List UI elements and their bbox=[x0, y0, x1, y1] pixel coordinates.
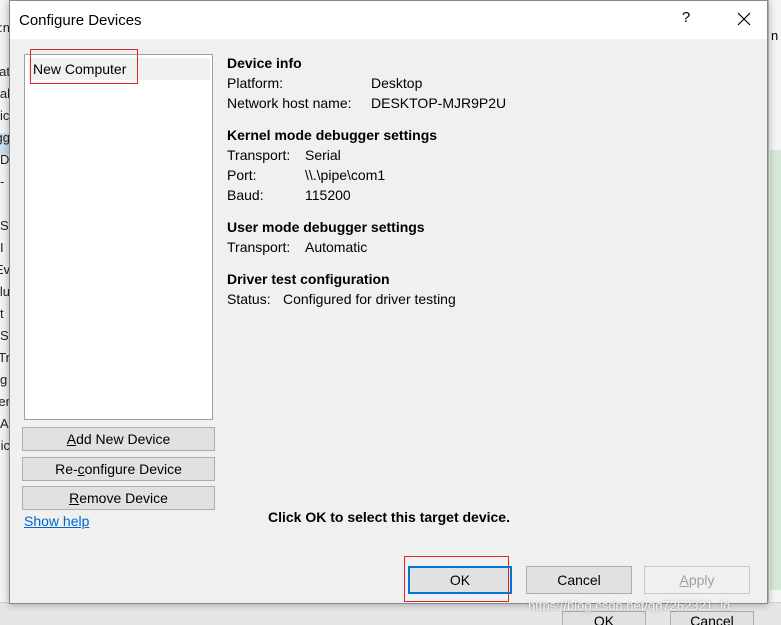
platform-label: Platform: bbox=[227, 75, 284, 91]
background-cancel-button: Cancel bbox=[670, 611, 754, 625]
close-icon bbox=[737, 12, 751, 26]
help-button[interactable]: ? bbox=[676, 9, 696, 31]
user-settings-heading: User mode debugger settings bbox=[227, 219, 425, 235]
dialog-title: Configure Devices bbox=[19, 12, 142, 29]
configure-devices-dialog: Configure Devices ? New Computer Device … bbox=[9, 0, 768, 604]
kernel-transport-label: Transport: bbox=[227, 147, 291, 163]
kernel-baud-label: Baud: bbox=[227, 187, 264, 203]
driver-status-label: Status: bbox=[227, 291, 271, 307]
driver-test-heading: Driver test configuration bbox=[227, 271, 390, 287]
watermark: https://blog.csdn.net/qq7262321..ld bbox=[528, 598, 731, 613]
add-access-key: A bbox=[66, 431, 77, 447]
ok-button[interactable]: OK bbox=[408, 566, 512, 594]
device-item-new-computer[interactable]: New Computer bbox=[28, 58, 210, 80]
add-new-device-button[interactable]: Add New Device bbox=[22, 427, 215, 451]
apply-label: pply bbox=[688, 572, 715, 588]
remove-access-key: R bbox=[69, 490, 80, 506]
kernel-port-value: \\.\pipe\com1 bbox=[305, 167, 386, 183]
cancel-button[interactable]: Cancel bbox=[526, 566, 632, 594]
device-list[interactable]: New Computer bbox=[24, 54, 213, 420]
kernel-settings-heading: Kernel mode debugger settings bbox=[227, 127, 438, 143]
host-name-label: Network host name: bbox=[227, 95, 352, 111]
kernel-baud-value: 115200 bbox=[305, 187, 351, 203]
kernel-port-label: Port: bbox=[227, 167, 257, 183]
platform-value: Desktop bbox=[371, 75, 423, 91]
background-right-text: n bbox=[771, 28, 779, 43]
remove-label: emove Device bbox=[79, 490, 168, 506]
select-target-hint: Click OK to select this target device. bbox=[268, 509, 510, 525]
background-green-area bbox=[770, 150, 781, 590]
background-right-panel: n bbox=[768, 0, 781, 625]
host-name-value: DESKTOP-MJR9P2U bbox=[371, 95, 507, 111]
driver-status-value: Configured for driver testing bbox=[283, 291, 456, 307]
show-help-link[interactable]: Show help bbox=[24, 513, 89, 529]
reconfigure-label: onfigure Device bbox=[84, 461, 182, 477]
reconfigure-device-button[interactable]: Re-configure Device bbox=[22, 457, 215, 481]
user-transport-label: Transport: bbox=[227, 239, 291, 255]
apply-button[interactable]: Apply bbox=[644, 566, 750, 594]
user-transport-value: Automatic bbox=[305, 239, 368, 255]
kernel-transport-value: Serial bbox=[305, 147, 341, 163]
close-button[interactable] bbox=[730, 7, 758, 33]
apply-access-key: A bbox=[679, 572, 689, 588]
remove-device-button[interactable]: Remove Device bbox=[22, 486, 215, 510]
add-label: dd New Device bbox=[76, 431, 171, 447]
reconfigure-access-key: c bbox=[77, 461, 85, 477]
title-bar: Configure Devices ? bbox=[10, 1, 767, 39]
device-info-heading: Device info bbox=[227, 55, 302, 71]
reconfigure-label-pre: Re- bbox=[55, 461, 78, 477]
background-ok-button: OK bbox=[562, 611, 646, 625]
